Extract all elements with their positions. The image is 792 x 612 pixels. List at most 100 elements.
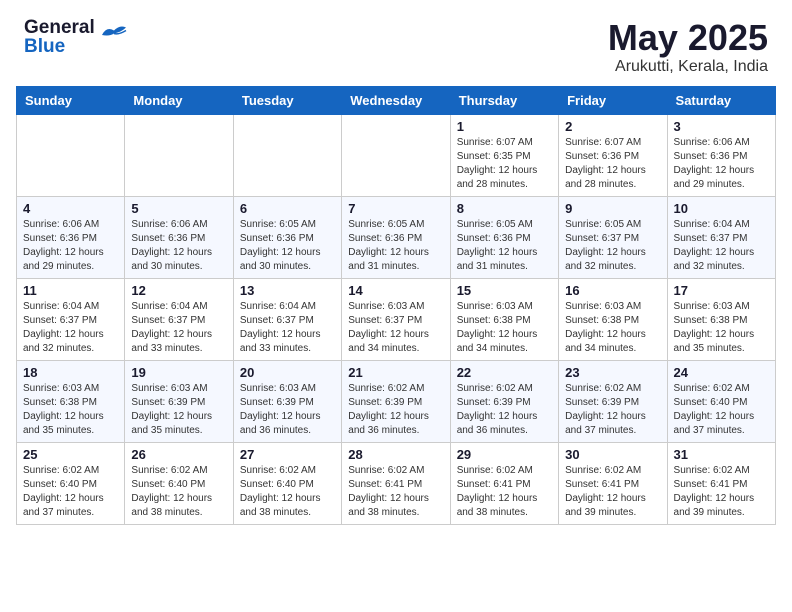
calendar-cell: 2 Sunrise: 6:07 AMSunset: 6:36 PMDaylight… bbox=[559, 114, 667, 196]
day-info: Sunrise: 6:03 AMSunset: 6:37 PMDaylight:… bbox=[348, 300, 443, 356]
day-number: 9 bbox=[565, 201, 660, 216]
day-of-week-header: Monday bbox=[125, 86, 233, 114]
day-number: 1 bbox=[457, 119, 552, 134]
day-number: 6 bbox=[240, 201, 335, 216]
day-info: Sunrise: 6:05 AMSunset: 6:37 PMDaylight:… bbox=[565, 218, 660, 274]
calendar-cell: 15 Sunrise: 6:03 AMSunset: 6:38 PMDayligh… bbox=[450, 278, 558, 360]
day-number: 17 bbox=[674, 283, 769, 298]
calendar-location: Arukutti, Kerala, India bbox=[608, 58, 768, 76]
day-of-week-header: Saturday bbox=[667, 86, 775, 114]
day-info: Sunrise: 6:05 AMSunset: 6:36 PMDaylight:… bbox=[348, 218, 443, 274]
calendar-cell: 4 Sunrise: 6:06 AMSunset: 6:36 PMDaylight… bbox=[17, 196, 125, 278]
day-info: Sunrise: 6:02 AMSunset: 6:41 PMDaylight:… bbox=[674, 464, 769, 520]
day-info: Sunrise: 6:02 AMSunset: 6:41 PMDaylight:… bbox=[565, 464, 660, 520]
day-info: Sunrise: 6:07 AMSunset: 6:36 PMDaylight:… bbox=[565, 136, 660, 192]
calendar-cell: 31 Sunrise: 6:02 AMSunset: 6:41 PMDayligh… bbox=[667, 442, 775, 524]
logo-bird-icon bbox=[99, 20, 129, 55]
day-info: Sunrise: 6:04 AMSunset: 6:37 PMDaylight:… bbox=[240, 300, 335, 356]
calendar-cell: 25 Sunrise: 6:02 AMSunset: 6:40 PMDayligh… bbox=[17, 442, 125, 524]
day-info: Sunrise: 6:03 AMSunset: 6:39 PMDaylight:… bbox=[131, 382, 226, 438]
logo-general: General bbox=[24, 18, 95, 37]
day-number: 27 bbox=[240, 447, 335, 462]
calendar-cell: 17 Sunrise: 6:03 AMSunset: 6:38 PMDayligh… bbox=[667, 278, 775, 360]
day-info: Sunrise: 6:04 AMSunset: 6:37 PMDaylight:… bbox=[131, 300, 226, 356]
day-number: 11 bbox=[23, 283, 118, 298]
day-info: Sunrise: 6:07 AMSunset: 6:35 PMDaylight:… bbox=[457, 136, 552, 192]
calendar-cell: 20 Sunrise: 6:03 AMSunset: 6:39 PMDayligh… bbox=[233, 360, 341, 442]
day-number: 20 bbox=[240, 365, 335, 380]
day-number: 30 bbox=[565, 447, 660, 462]
calendar-cell: 26Sunrise: 6:02 AMSunset: 6:40 PMDayligh… bbox=[125, 442, 233, 524]
day-of-week-header: Sunday bbox=[17, 86, 125, 114]
day-number: 31 bbox=[674, 447, 769, 462]
calendar-cell: 5 Sunrise: 6:06 AMSunset: 6:36 PMDaylight… bbox=[125, 196, 233, 278]
calendar-cell: 24 Sunrise: 6:02 AMSunset: 6:40 PMDayligh… bbox=[667, 360, 775, 442]
calendar-cell: 14 Sunrise: 6:03 AMSunset: 6:37 PMDayligh… bbox=[342, 278, 450, 360]
day-number: 5 bbox=[131, 201, 226, 216]
day-number: 28 bbox=[348, 447, 443, 462]
day-of-week-header: Friday bbox=[559, 86, 667, 114]
day-number: 25 bbox=[23, 447, 118, 462]
day-of-week-header: Thursday bbox=[450, 86, 558, 114]
day-info: Sunrise: 6:02 AMSunset: 6:40 PMDaylight:… bbox=[240, 464, 335, 520]
day-number: 14 bbox=[348, 283, 443, 298]
calendar-cell: 6 Sunrise: 6:05 AMSunset: 6:36 PMDaylight… bbox=[233, 196, 341, 278]
calendar-cell: 27 Sunrise: 6:02 AMSunset: 6:40 PMDayligh… bbox=[233, 442, 341, 524]
day-info: Sunrise: 6:02 AMSunset: 6:39 PMDaylight:… bbox=[565, 382, 660, 438]
day-info: Sunrise: 6:06 AMSunset: 6:36 PMDaylight:… bbox=[131, 218, 226, 274]
day-info: Sunrise: 6:02 AMSunset: 6:40 PMDaylight:… bbox=[674, 382, 769, 438]
day-info: Sunrise: 6:04 AMSunset: 6:37 PMDaylight:… bbox=[674, 218, 769, 274]
calendar-cell bbox=[17, 114, 125, 196]
day-number: 15 bbox=[457, 283, 552, 298]
calendar-cell bbox=[342, 114, 450, 196]
calendar-cell bbox=[233, 114, 341, 196]
page-header: General Blue May 2025 Arukutti, Kerala, … bbox=[0, 0, 792, 86]
logo: General Blue bbox=[24, 18, 129, 56]
day-number: 26 bbox=[131, 447, 226, 462]
calendar-cell: 28Sunrise: 6:02 AMSunset: 6:41 PMDayligh… bbox=[342, 442, 450, 524]
calendar-cell: 22 Sunrise: 6:02 AMSunset: 6:39 PMDayligh… bbox=[450, 360, 558, 442]
day-info: Sunrise: 6:03 AMSunset: 6:39 PMDaylight:… bbox=[240, 382, 335, 438]
day-number: 18 bbox=[23, 365, 118, 380]
day-number: 4 bbox=[23, 201, 118, 216]
day-number: 13 bbox=[240, 283, 335, 298]
calendar-cell bbox=[125, 114, 233, 196]
day-info: Sunrise: 6:02 AMSunset: 6:41 PMDaylight:… bbox=[457, 464, 552, 520]
day-info: Sunrise: 6:03 AMSunset: 6:38 PMDaylight:… bbox=[457, 300, 552, 356]
day-info: Sunrise: 6:06 AMSunset: 6:36 PMDaylight:… bbox=[23, 218, 118, 274]
day-number: 23 bbox=[565, 365, 660, 380]
calendar-title: May 2025 bbox=[608, 18, 768, 58]
calendar-cell: 30 Sunrise: 6:02 AMSunset: 6:41 PMDayligh… bbox=[559, 442, 667, 524]
day-info: Sunrise: 6:02 AMSunset: 6:39 PMDaylight:… bbox=[348, 382, 443, 438]
day-number: 22 bbox=[457, 365, 552, 380]
day-info: Sunrise: 6:02 AMSunset: 6:40 PMDaylight:… bbox=[23, 464, 118, 520]
day-number: 3 bbox=[674, 119, 769, 134]
day-info: Sunrise: 6:03 AMSunset: 6:38 PMDaylight:… bbox=[23, 382, 118, 438]
calendar-cell: 8Sunrise: 6:05 AMSunset: 6:36 PMDaylight… bbox=[450, 196, 558, 278]
title-block: May 2025 Arukutti, Kerala, India bbox=[608, 18, 768, 76]
day-number: 12 bbox=[131, 283, 226, 298]
day-number: 29 bbox=[457, 447, 552, 462]
day-info: Sunrise: 6:02 AMSunset: 6:39 PMDaylight:… bbox=[457, 382, 552, 438]
day-number: 19 bbox=[131, 365, 226, 380]
day-info: Sunrise: 6:04 AMSunset: 6:37 PMDaylight:… bbox=[23, 300, 118, 356]
calendar-cell: 7 Sunrise: 6:05 AMSunset: 6:36 PMDaylight… bbox=[342, 196, 450, 278]
day-number: 10 bbox=[674, 201, 769, 216]
calendar-cell: 16Sunrise: 6:03 AMSunset: 6:38 PMDayligh… bbox=[559, 278, 667, 360]
calendar-cell: 23 Sunrise: 6:02 AMSunset: 6:39 PMDayligh… bbox=[559, 360, 667, 442]
day-number: 2 bbox=[565, 119, 660, 134]
calendar-cell: 29 Sunrise: 6:02 AMSunset: 6:41 PMDayligh… bbox=[450, 442, 558, 524]
logo-blue: Blue bbox=[24, 37, 95, 56]
calendar-cell: 11 Sunrise: 6:04 AMSunset: 6:37 PMDayligh… bbox=[17, 278, 125, 360]
calendar-table: SundayMondayTuesdayWednesdayThursdayFrid… bbox=[16, 86, 776, 525]
calendar-cell: 13 Sunrise: 6:04 AMSunset: 6:37 PMDayligh… bbox=[233, 278, 341, 360]
day-info: Sunrise: 6:05 AMSunset: 6:36 PMDaylight:… bbox=[240, 218, 335, 274]
day-number: 7 bbox=[348, 201, 443, 216]
calendar-cell: 18 Sunrise: 6:03 AMSunset: 6:38 PMDayligh… bbox=[17, 360, 125, 442]
calendar-cell: 3Sunrise: 6:06 AMSunset: 6:36 PMDaylight… bbox=[667, 114, 775, 196]
calendar-cell: 1 Sunrise: 6:07 AMSunset: 6:35 PMDaylight… bbox=[450, 114, 558, 196]
day-info: Sunrise: 6:03 AMSunset: 6:38 PMDaylight:… bbox=[674, 300, 769, 356]
day-number: 24 bbox=[674, 365, 769, 380]
calendar-cell: 10 Sunrise: 6:04 AMSunset: 6:37 PMDayligh… bbox=[667, 196, 775, 278]
day-info: Sunrise: 6:05 AMSunset: 6:36 PMDaylight:… bbox=[457, 218, 552, 274]
